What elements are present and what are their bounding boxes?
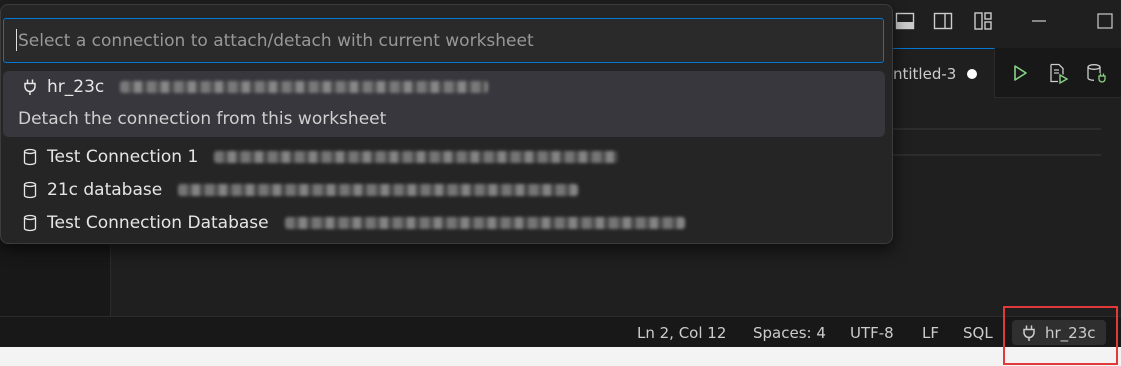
end-of-line[interactable]: LF: [922, 324, 939, 342]
encoding[interactable]: UTF-8: [850, 324, 894, 342]
item-label: 21c database: [47, 180, 163, 200]
quick-pick-placeholder: Select a connection to attach/detach wit…: [18, 31, 534, 51]
indentation[interactable]: Spaces: 4: [753, 324, 826, 342]
redacted-connection-string: [120, 81, 489, 93]
quick-pick-item-test-connection-1[interactable]: Test Connection 1: [3, 143, 885, 175]
redacted-connection-string: [178, 184, 579, 196]
item-row: Test Connection Database: [21, 213, 685, 233]
database-icon: [21, 214, 39, 232]
tab-label: ntitled-3: [893, 65, 957, 83]
database-icon: [21, 181, 39, 199]
item-row: hr_23c: [21, 77, 489, 97]
toggle-panel-icon[interactable]: [894, 10, 916, 32]
manage-connection-icon[interactable]: [1085, 62, 1107, 84]
run-icon[interactable]: [1009, 62, 1031, 84]
quick-pick-item-hr-23c[interactable]: hr_23c Detach the connection from this w…: [3, 71, 885, 137]
item-description: Detach the connection from this workshee…: [18, 109, 387, 129]
status-bar: Ln 2, Col 12 Spaces: 4 UTF-8 LF SQL hr_2…: [0, 316, 1121, 347]
item-label: Test Connection 1: [47, 147, 199, 167]
database-icon: [21, 148, 39, 166]
tab-bar: ntitled-3: [893, 48, 1121, 98]
quick-pick-item-21c-database[interactable]: 21c database: [3, 176, 885, 208]
quick-pick-input[interactable]: Select a connection to attach/detach wit…: [3, 18, 884, 63]
run-script-icon[interactable]: [1047, 62, 1069, 85]
customize-layout-icon[interactable]: [972, 10, 994, 32]
item-row: 21c database: [21, 180, 579, 200]
item-label: Test Connection Database: [47, 213, 269, 233]
editor-divider: [893, 128, 1101, 130]
item-row: Test Connection 1: [21, 147, 619, 167]
redacted-connection-string: [214, 151, 619, 163]
language-mode[interactable]: SQL: [963, 324, 993, 342]
maximize-icon[interactable]: [1094, 10, 1116, 32]
quick-pick-item-test-connection-database[interactable]: Test Connection Database: [3, 209, 885, 241]
cursor-position[interactable]: Ln 2, Col 12: [637, 324, 726, 342]
plug-icon: [21, 78, 39, 96]
minimize-icon[interactable]: [1028, 10, 1050, 32]
tab-untitled-3[interactable]: ntitled-3: [893, 48, 995, 98]
toggle-secondary-sidebar-icon[interactable]: [932, 10, 954, 32]
app: ntitled-3 Ln 2, Col 12 Spaces: 4 UTF-8 L…: [0, 0, 1121, 366]
item-label: hr_23c: [47, 77, 105, 97]
modified-dot-icon[interactable]: [967, 69, 977, 79]
connection-quick-pick: Select a connection to attach/detach wit…: [0, 4, 893, 244]
text-caret: [16, 29, 17, 51]
redacted-connection-string: [284, 217, 685, 229]
highlight-annotation: [1003, 306, 1118, 365]
editor-divider: [893, 154, 1101, 156]
